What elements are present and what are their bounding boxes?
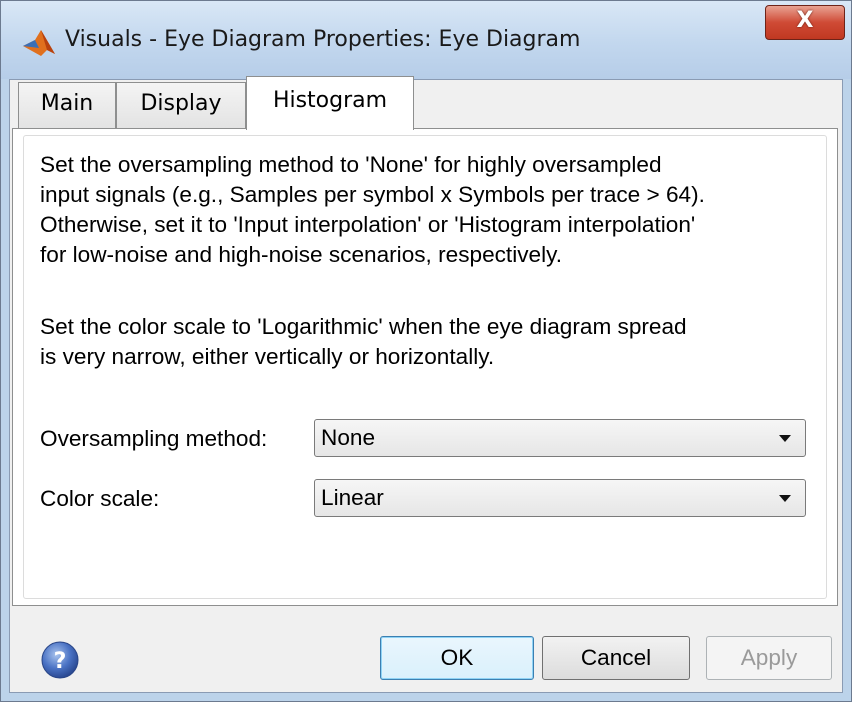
svg-text:?: ? <box>54 649 67 674</box>
tab-histogram[interactable]: Histogram <box>246 76 414 130</box>
title-bar[interactable]: Visuals - Eye Diagram Properties: Eye Di… <box>1 1 851 79</box>
chevron-down-icon <box>779 435 791 442</box>
panel-inner-frame: Set the oversampling method to 'None' fo… <box>23 135 827 599</box>
oversampling-method-label: Oversampling method: <box>40 426 268 451</box>
oversampling-method-value: None <box>321 425 376 450</box>
tab-main[interactable]: Main <box>18 82 116 128</box>
help-icon[interactable]: ? <box>40 640 80 680</box>
apply-button[interactable]: Apply <box>706 636 832 680</box>
close-button[interactable]: X <box>765 5 845 40</box>
color-scale-description: Set the color scale to 'Logarithmic' whe… <box>40 314 687 369</box>
chevron-down-icon <box>779 495 791 502</box>
color-scale-value: Linear <box>321 485 384 510</box>
dialog-window: Visuals - Eye Diagram Properties: Eye Di… <box>0 0 852 702</box>
matlab-icon <box>23 30 55 56</box>
color-scale-label: Color scale: <box>40 486 160 511</box>
ok-button[interactable]: OK <box>380 636 534 680</box>
dialog-client-area: Main Display Histogram Set the oversampl… <box>9 76 843 693</box>
window-title: Visuals - Eye Diagram Properties: Eye Di… <box>65 27 581 52</box>
oversampling-description: Set the oversampling method to 'None' fo… <box>40 152 705 267</box>
oversampling-method-dropdown[interactable]: None <box>314 419 806 457</box>
close-icon: X <box>796 8 814 33</box>
cancel-button[interactable]: Cancel <box>542 636 690 680</box>
tab-display[interactable]: Display <box>116 82 246 128</box>
histogram-panel: Set the oversampling method to 'None' fo… <box>12 128 838 606</box>
color-scale-dropdown[interactable]: Linear <box>314 479 806 517</box>
